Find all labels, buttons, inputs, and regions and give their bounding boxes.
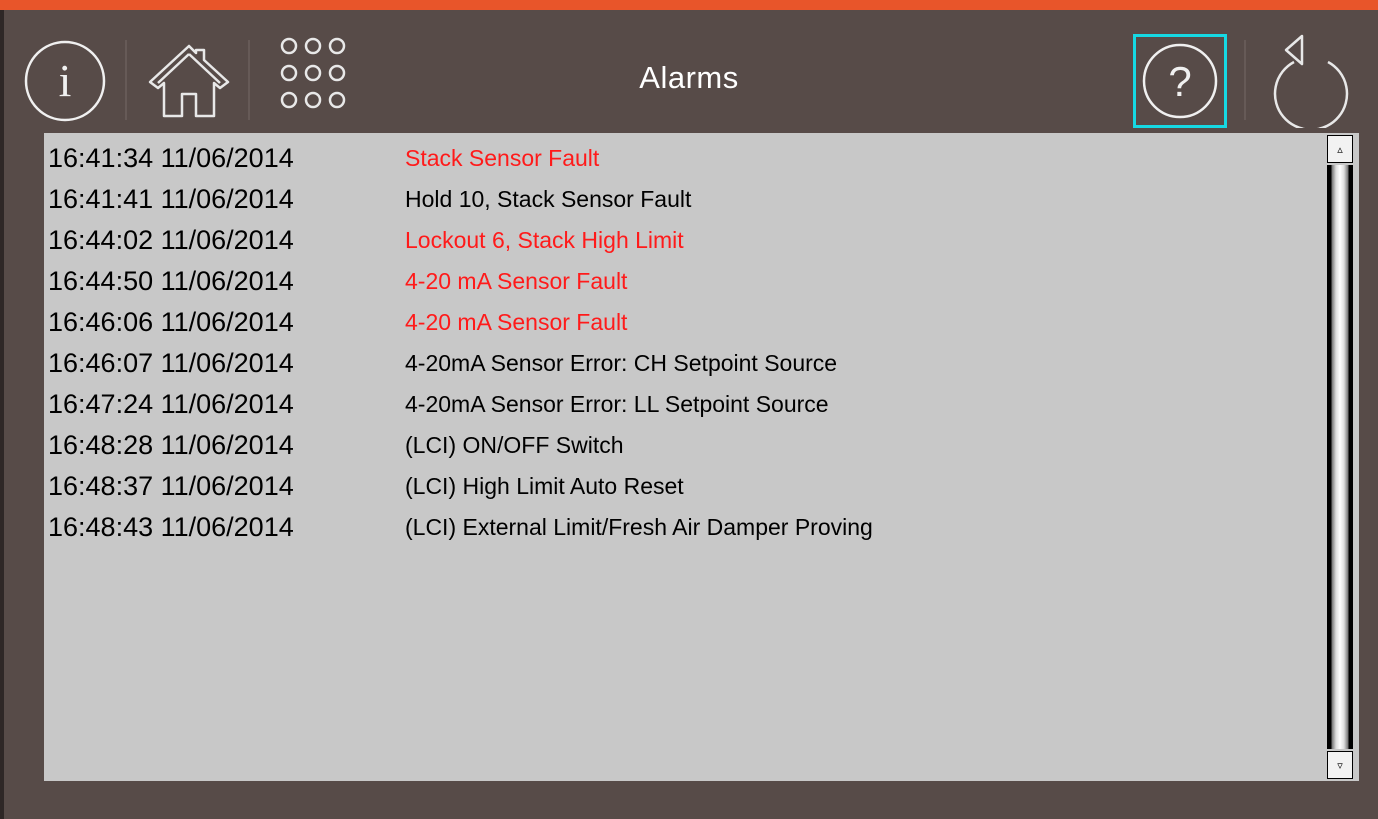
alarm-message: 4-20mA Sensor Error: CH Setpoint Source	[405, 350, 838, 376]
alarm-message: (LCI) External Limit/Fresh Air Damper Pr…	[405, 514, 873, 540]
alarm-timestamp: 16:46:07 11/06/2014	[48, 348, 294, 378]
alarm-timestamp: 16:41:41 11/06/2014	[48, 184, 294, 214]
list-item[interactable]: 16:48:28 11/06/2014 (LCI) ON/OFF Switch	[48, 425, 873, 466]
alarm-message: Hold 10, Stack Sensor Fault	[405, 186, 692, 212]
alarm-message: (LCI) ON/OFF Switch	[405, 432, 624, 458]
alarm-timestamp: 16:46:06 11/06/2014	[48, 307, 294, 337]
help-icon[interactable]: ?	[1140, 41, 1220, 121]
top-accent-bar	[0, 0, 1378, 10]
scrollbar[interactable]: ▵ ▿	[1325, 135, 1357, 779]
list-item[interactable]: 16:41:41 11/06/2014 Hold 10, Stack Sensor…	[48, 179, 873, 220]
list-item[interactable]: 16:48:43 11/06/2014 (LCI) External Limit/…	[48, 507, 873, 548]
alarm-message: (LCI) High Limit Auto Reset	[405, 473, 684, 499]
list-item[interactable]: 16:41:34 11/06/2014 Stack Sensor Fault	[48, 138, 873, 179]
alarm-timestamp: 16:47:24 11/06/2014	[48, 389, 294, 419]
alarm-message: 4-20 mA Sensor Fault	[405, 268, 628, 294]
page-title: Alarms	[639, 60, 739, 95]
info-icon[interactable]: i	[22, 38, 108, 124]
left-edge	[0, 10, 4, 819]
alarm-timestamp: 16:48:28 11/06/2014	[48, 430, 294, 460]
alarm-timestamp: 16:48:37 11/06/2014	[48, 471, 294, 501]
home-icon[interactable]	[144, 40, 234, 120]
scroll-down-button[interactable]: ▿	[1327, 751, 1353, 779]
list-item[interactable]: 16:46:07 11/06/2014 4-20mA Sensor Error: …	[48, 343, 873, 384]
list-item[interactable]: 16:48:37 11/06/2014 (LCI) High Limit Auto…	[48, 466, 873, 507]
alarm-list: 16:41:34 11/06/2014 Stack Sensor Fault 16:…	[48, 138, 873, 548]
alarm-timestamp: 16:41:34 11/06/2014	[48, 143, 294, 173]
back-icon[interactable]	[1266, 28, 1362, 128]
scrollbar-track[interactable]	[1327, 165, 1353, 749]
grid-menu-icon[interactable]	[276, 34, 356, 114]
alarm-timestamp: 16:44:02 11/06/2014	[48, 225, 294, 255]
alarm-message: Lockout 6, Stack High Limit	[405, 227, 684, 253]
alarm-timestamp: 16:48:43 11/06/2014	[48, 512, 294, 542]
list-item[interactable]: 16:44:50 11/06/2014 4-20 mA Sensor Fault	[48, 261, 873, 302]
list-item[interactable]: 16:46:06 11/06/2014 4-20 mA Sensor Fault	[48, 302, 873, 343]
list-item[interactable]: 16:44:02 11/06/2014 Lockout 6, Stack High…	[48, 220, 873, 261]
alarm-list-panel[interactable]: 16:41:34 11/06/2014 Stack Sensor Fault 16:…	[44, 133, 1359, 781]
scroll-up-button[interactable]: ▵	[1327, 135, 1353, 163]
header-divider	[1244, 40, 1246, 120]
help-label: ?	[1168, 58, 1191, 105]
alarm-message: Stack Sensor Fault	[405, 145, 600, 171]
alarm-message: 4-20mA Sensor Error: LL Setpoint Source	[405, 391, 829, 417]
alarm-timestamp: 16:44:50 11/06/2014	[48, 266, 294, 296]
header-divider	[125, 40, 127, 120]
header-bar: i Alarms ?	[4, 10, 1378, 128]
info-label: i	[59, 55, 72, 106]
alarm-message: 4-20 mA Sensor Fault	[405, 309, 628, 335]
header-divider	[248, 40, 250, 120]
list-item[interactable]: 16:47:24 11/06/2014 4-20mA Sensor Error: …	[48, 384, 873, 425]
